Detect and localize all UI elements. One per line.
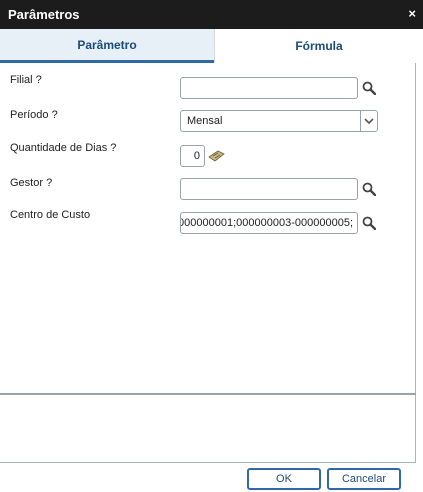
gestor-label: Gestor ? [10,177,53,189]
periodo-selected-value: Mensal [187,115,223,127]
quantidade-dias-label: Quantidade de Dias ? [10,142,117,154]
calculator-icon[interactable] [207,150,225,162]
periodo-label: Período ? [10,109,58,121]
dialog-titlebar: Parâmetros × [0,0,423,29]
filial-input[interactable] [180,77,358,99]
periodo-select[interactable]: Mensal [180,110,378,132]
description-panel [0,395,416,463]
gestor-input[interactable] [180,178,358,200]
dialog-title: Parâmetros [8,7,80,22]
tab-bar: Parâmetro Fórmula [0,29,423,63]
quantidade-dias-input[interactable]: 0 [180,145,205,167]
search-icon[interactable] [362,216,376,230]
chevron-down-icon[interactable] [360,111,377,131]
search-icon[interactable] [362,81,376,95]
close-icon[interactable]: × [408,6,416,22]
parameters-panel: Filial ? Período ? Mensal Quantidade de … [0,63,416,394]
centro-custo-value: 000000001;000000003-000000005; [180,217,353,229]
centro-custo-label: Centro de Custo [10,209,91,221]
tab-formula[interactable]: Fórmula [214,29,423,63]
cancel-button[interactable]: Cancelar [327,468,401,490]
centro-custo-input[interactable]: 000000001;000000003-000000005; [180,212,358,234]
filial-label: Filial ? [10,74,42,86]
search-icon[interactable] [362,182,376,196]
ok-button[interactable]: OK [247,468,321,490]
tab-parametro[interactable]: Parâmetro [0,29,214,63]
